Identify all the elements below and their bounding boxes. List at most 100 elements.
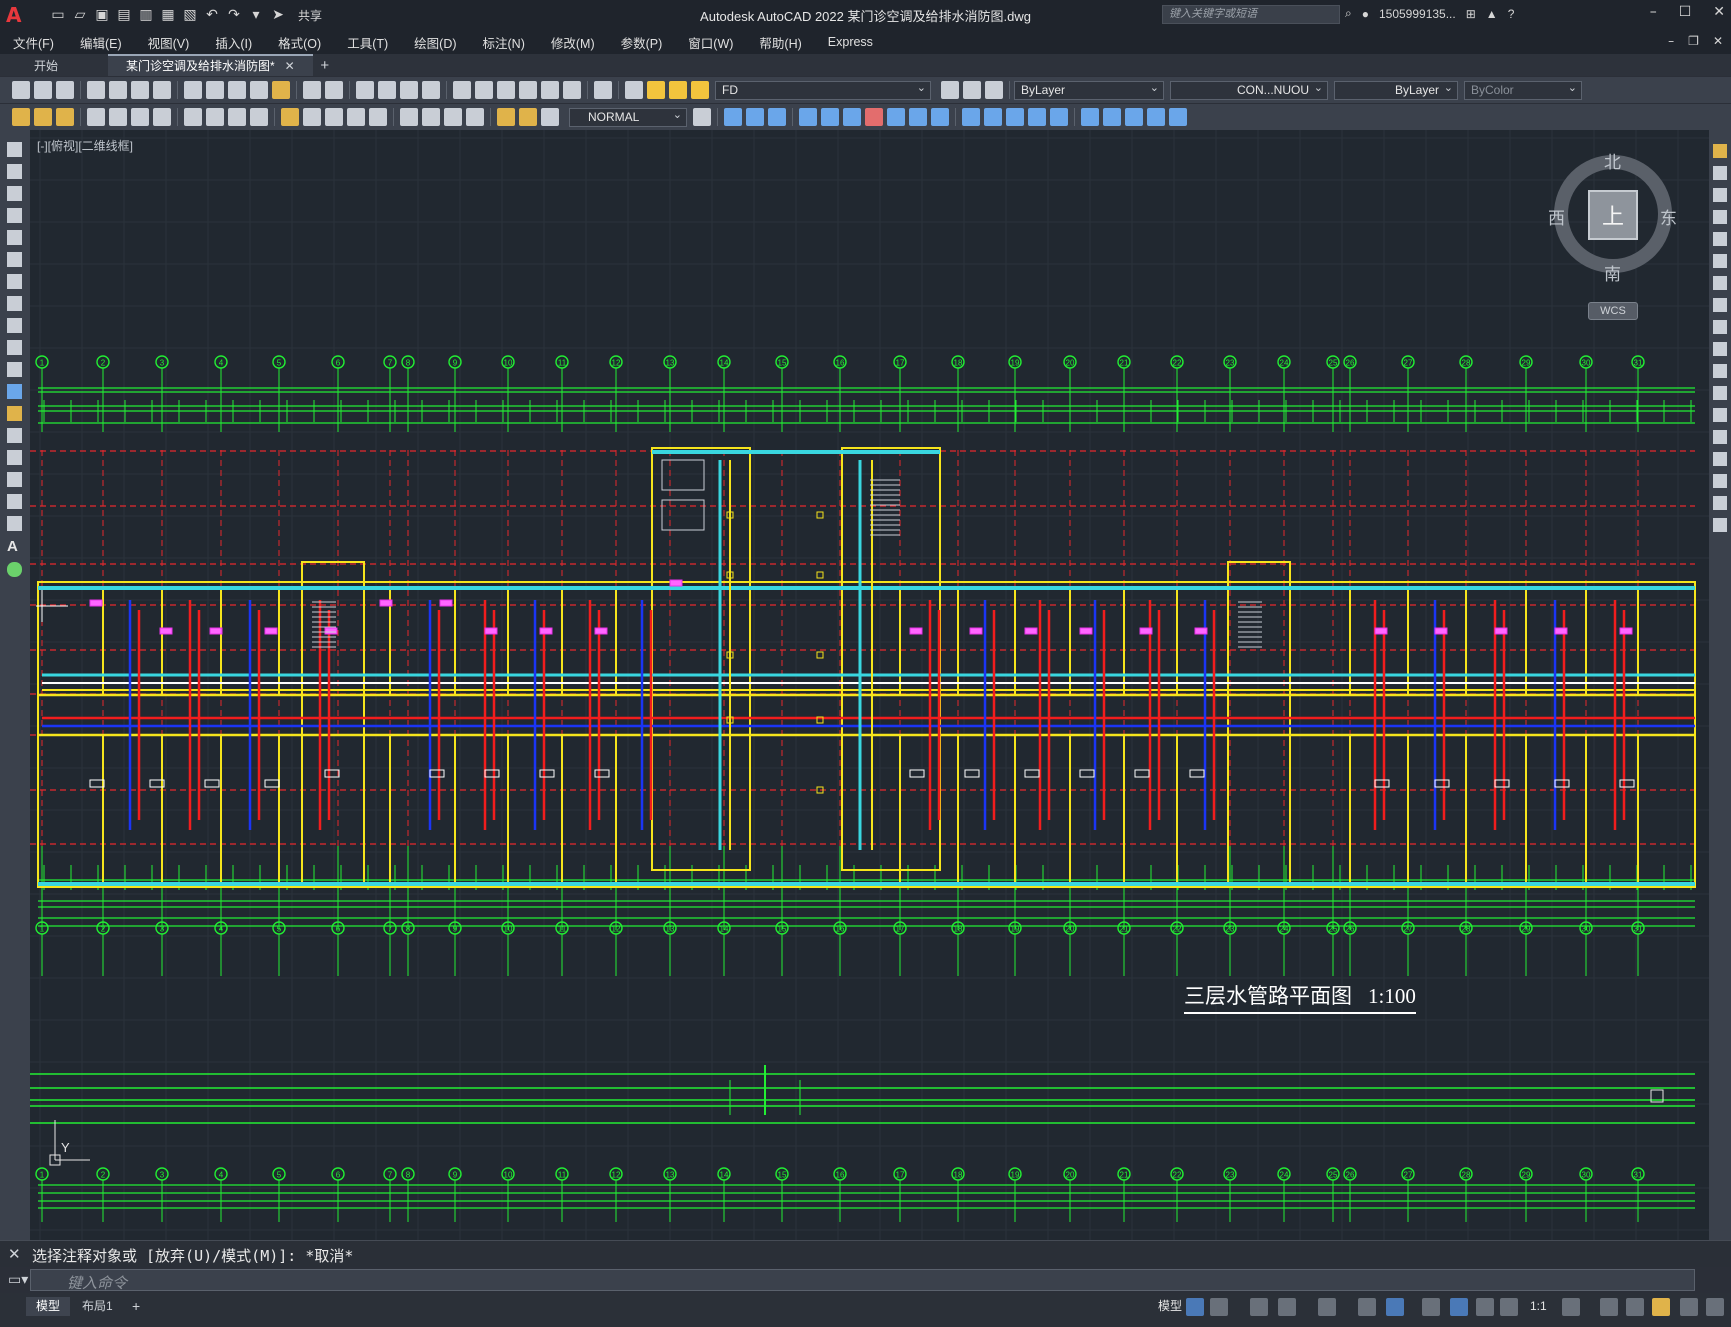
table-icon[interactable] — [7, 516, 22, 531]
ellipse-arc-icon[interactable] — [7, 362, 22, 377]
modify-stretch-icon[interactable] — [909, 108, 927, 126]
dim-ordinate-icon[interactable] — [153, 108, 171, 126]
dim-update-icon[interactable] — [541, 108, 559, 126]
move-icon[interactable] — [1713, 254, 1727, 268]
object-snap-icon[interactable] — [1386, 1298, 1404, 1316]
customize-qat-icon[interactable]: ▾ — [248, 7, 264, 23]
open-file-icon[interactable]: ▱ — [72, 7, 88, 23]
user-icon[interactable]: ● — [1362, 7, 1369, 21]
command-customize-icon[interactable]: ▭▾ — [8, 1272, 28, 1288]
scale-value[interactable]: 1:1 — [1520, 1297, 1557, 1316]
drawing-canvas[interactable]: 1 2 3 4 5 6 7 8 9 10 11 12 13 14 15 16 17 18 19 20 21 22 23 24 2… — [30, 130, 1709, 1240]
dim-break-icon[interactable] — [369, 108, 387, 126]
erase-icon[interactable] — [1713, 144, 1727, 158]
annotation-visibility-icon[interactable] — [1450, 1298, 1468, 1316]
offset-icon[interactable] — [1713, 210, 1727, 224]
command-close-icon[interactable]: ✕ — [8, 1245, 21, 1263]
plot-icon[interactable]: ▧ — [182, 7, 198, 23]
tolerance-icon[interactable] — [400, 108, 418, 126]
menu-help[interactable]: 帮助(H) — [746, 33, 814, 52]
explode-icon[interactable] — [1713, 518, 1727, 532]
compass-south[interactable]: 南 — [1604, 260, 1621, 285]
layout-viewport-icon[interactable] — [12, 108, 30, 126]
scale-icon[interactable] — [1713, 298, 1727, 312]
redo-icon[interactable]: ↷ — [226, 7, 242, 23]
clean-screen-icon[interactable] — [1680, 1298, 1698, 1316]
layer-state-icon[interactable] — [985, 81, 1003, 99]
menu-dimension[interactable]: 标注(N) — [470, 33, 538, 52]
cart-icon[interactable]: ⊞ — [1466, 7, 1476, 21]
modify-scale-icon[interactable] — [887, 108, 905, 126]
modify-mirror-icon[interactable] — [768, 108, 786, 126]
doc-restore-icon[interactable]: ❐ — [1688, 34, 1699, 48]
gradient-icon[interactable] — [7, 472, 22, 487]
undo-tool-icon[interactable] — [303, 81, 321, 99]
viewport-controls[interactable]: [-][俯视][二维线框] — [37, 137, 133, 154]
a360-icon[interactable]: ▲ — [1486, 7, 1498, 21]
menu-insert[interactable]: 插入(I) — [202, 33, 265, 52]
menu-tools[interactable]: 工具(T) — [334, 33, 401, 52]
doc-minimize-icon[interactable]: – — [1668, 34, 1674, 48]
help-icon[interactable]: ? — [1508, 7, 1515, 21]
user-name[interactable]: 1505999135... — [1379, 7, 1456, 21]
dim-linear-icon[interactable] — [87, 108, 105, 126]
menu-file[interactable]: 文件(F) — [0, 33, 67, 52]
isodraft-icon[interactable] — [1318, 1298, 1336, 1316]
pan-icon[interactable] — [356, 81, 374, 99]
modify-copy-icon[interactable] — [746, 108, 764, 126]
hatch-icon[interactable] — [7, 450, 22, 465]
new-file-icon[interactable]: ▭ — [50, 7, 66, 23]
arc-icon[interactable] — [7, 252, 22, 267]
tab-drawing[interactable]: 某门诊空调及给排水消防图* ✕ — [108, 54, 313, 76]
dim-continue-icon[interactable] — [325, 108, 343, 126]
region-icon[interactable] — [7, 494, 22, 509]
dim-space-icon[interactable] — [347, 108, 365, 126]
markup-icon[interactable] — [541, 81, 559, 99]
lineweight-dropdown[interactable]: ByLayer — [1334, 79, 1458, 100]
new-tab-icon[interactable]: + — [313, 56, 337, 76]
plot-tool-icon[interactable] — [87, 81, 105, 99]
layout-tab-model[interactable]: 模型 — [26, 1297, 71, 1316]
sheet-set-icon[interactable] — [519, 81, 537, 99]
trim-icon[interactable] — [1713, 342, 1727, 356]
modify-extend-icon[interactable] — [962, 108, 980, 126]
break-icon[interactable] — [1713, 408, 1727, 422]
modify-trim-icon[interactable] — [931, 108, 949, 126]
polar-icon[interactable] — [1278, 1298, 1296, 1316]
snap-icon[interactable] — [1210, 1298, 1228, 1316]
autocad-logo-icon[interactable]: A — [6, 4, 28, 26]
zoom-previous-icon[interactable] — [422, 81, 440, 99]
view-cube-top-face[interactable]: 上 — [1588, 190, 1638, 240]
polyline-icon[interactable] — [7, 186, 22, 201]
tool-palettes-icon[interactable] — [497, 81, 515, 99]
mtext-icon[interactable]: A — [7, 538, 22, 555]
layer-lock-icon[interactable] — [691, 81, 709, 99]
units-icon[interactable] — [1626, 1298, 1644, 1316]
preview-icon[interactable] — [109, 81, 127, 99]
join-icon[interactable] — [1713, 430, 1727, 444]
save-as-icon[interactable]: ▤ — [116, 7, 132, 23]
command-input[interactable]: 键入命令 — [30, 1269, 1695, 1292]
search-input[interactable]: 键入关键字或短语 — [1162, 5, 1340, 24]
compass-west[interactable]: 西 — [1548, 204, 1565, 229]
menu-modify[interactable]: 修改(M) — [538, 33, 608, 52]
layer-freeze-icon[interactable] — [669, 81, 687, 99]
3d-print-icon[interactable] — [153, 81, 171, 99]
annotation-monitor-icon[interactable] — [1600, 1298, 1618, 1316]
blend-curves-icon[interactable] — [1713, 496, 1727, 510]
maximize-icon[interactable]: ☐ — [1679, 4, 1692, 20]
modify-array-icon[interactable] — [821, 108, 839, 126]
zoom-realtime-icon[interactable] — [378, 81, 396, 99]
insert-block-icon[interactable] — [7, 384, 22, 399]
menu-parametric[interactable]: 参数(P) — [608, 33, 676, 52]
menu-view[interactable]: 视图(V) — [135, 33, 203, 52]
publish-icon[interactable] — [131, 81, 149, 99]
open-web-icon[interactable]: ▥ — [138, 7, 154, 23]
menu-edit[interactable]: 编辑(E) — [67, 33, 135, 52]
break-at-point-icon[interactable] — [1713, 386, 1727, 400]
save-icon[interactable]: ▣ — [94, 7, 110, 23]
quick-dim-icon[interactable] — [281, 108, 299, 126]
stretch-icon[interactable] — [1713, 320, 1727, 334]
circle-icon[interactable] — [7, 274, 22, 289]
cut-icon[interactable] — [184, 81, 202, 99]
